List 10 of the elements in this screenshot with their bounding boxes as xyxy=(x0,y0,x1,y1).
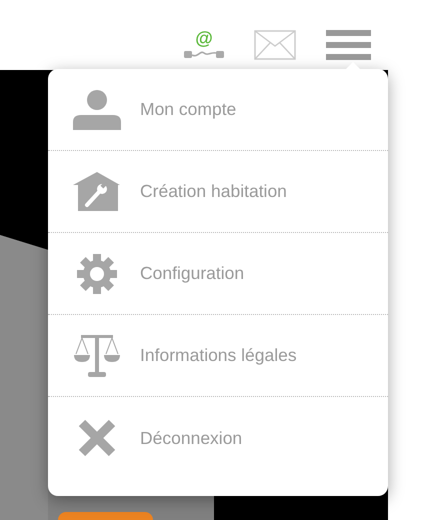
menu-item[interactable]: Déconnexion xyxy=(48,397,388,479)
scales-icon xyxy=(72,334,122,376)
menu-icon[interactable] xyxy=(326,30,371,60)
mail-icon[interactable] xyxy=(254,30,296,60)
menu-item[interactable]: Mon compte xyxy=(48,69,388,151)
menu-item[interactable]: Informations légales xyxy=(48,315,388,397)
menu-item[interactable]: Configuration xyxy=(48,233,388,315)
house-wrench-icon xyxy=(72,172,122,212)
user-icon xyxy=(72,90,122,130)
menu-item[interactable]: Création habitation xyxy=(48,151,388,233)
